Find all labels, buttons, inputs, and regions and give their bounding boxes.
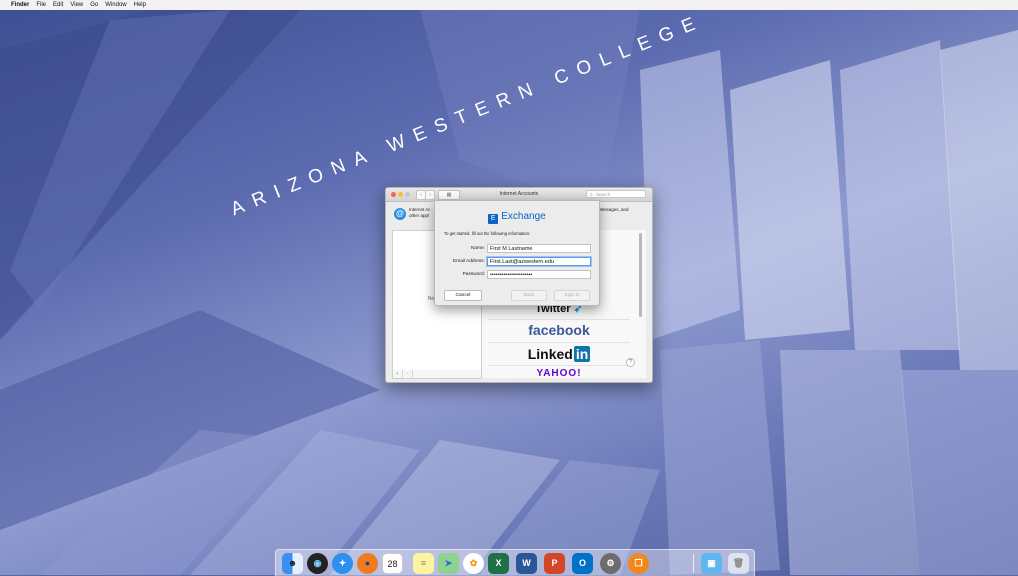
menu-go[interactable]: Go: [90, 2, 98, 8]
sign-in-button[interactable]: Sign In: [554, 290, 590, 301]
calendar-icon[interactable]: 28: [382, 553, 403, 574]
remove-account-button[interactable]: −: [403, 370, 413, 378]
name-field[interactable]: First M Lastname: [487, 244, 591, 253]
word-icon[interactable]: W: [516, 553, 537, 574]
provider-linkedin[interactable]: Linked in: [482, 346, 636, 362]
search-placeholder: Search: [596, 192, 611, 197]
info-description-right: Messages, and: [598, 207, 629, 212]
provider-yahoo[interactable]: YAHOO!: [482, 368, 636, 378]
exchange-title: E Exchange: [435, 211, 599, 224]
menu-view[interactable]: View: [70, 2, 83, 8]
password-field[interactable]: ••••••••••••••••••••••: [487, 270, 591, 279]
name-label: Name:: [470, 246, 485, 251]
menu-file[interactable]: File: [36, 2, 46, 8]
finder-icon[interactable]: ☻: [282, 553, 303, 574]
dock: ☻ ◉ ✦ ● 28 ≡ ➤ ✿ X W P O ⚙ ❒ ▣ 🗑: [275, 549, 755, 576]
provider-facebook[interactable]: facebook: [482, 322, 636, 338]
linkedin-in-logo: in: [573, 346, 591, 362]
siri-icon[interactable]: ◉: [307, 553, 328, 574]
downloads-folder-icon[interactable]: ▣: [701, 553, 722, 574]
add-account-button[interactable]: +: [393, 370, 403, 378]
dock-separator: [693, 554, 694, 573]
ibooks-icon[interactable]: ❒: [628, 553, 649, 574]
safari-icon[interactable]: ✦: [332, 553, 353, 574]
info-line-2: other appl: [409, 213, 430, 218]
photos-icon[interactable]: ✿: [463, 553, 484, 574]
internet-accounts-at-icon: @: [394, 208, 406, 220]
cancel-button[interactable]: Cancel: [444, 290, 482, 301]
sheet-instructions: To get started, fill out the following i…: [444, 231, 531, 236]
back-button[interactable]: Back: [511, 290, 547, 301]
password-label: Password:: [462, 272, 485, 277]
email-field[interactable]: First.Last@azwestern.edu: [487, 257, 591, 266]
email-label: Email Address:: [453, 259, 485, 264]
powerpoint-icon[interactable]: P: [544, 553, 565, 574]
scrollbar[interactable]: [639, 233, 642, 317]
trash-icon[interactable]: 🗑: [728, 553, 749, 574]
divider: [488, 342, 630, 343]
menu-window[interactable]: Window: [105, 2, 126, 8]
info-description: Internet Ac other appl: [409, 207, 431, 219]
outlook-icon[interactable]: O: [572, 553, 593, 574]
exchange-sheet: E Exchange To get started, fill out the f…: [434, 200, 600, 306]
menu-help[interactable]: Help: [134, 2, 146, 8]
firefox-icon[interactable]: ●: [357, 553, 378, 574]
menu-edit[interactable]: Edit: [53, 2, 63, 8]
system-preferences-icon[interactable]: ⚙: [600, 553, 621, 574]
search-icon: ⌕: [590, 192, 593, 198]
search-field[interactable]: ⌕ Search: [586, 190, 646, 198]
notes-icon[interactable]: ≡: [413, 553, 434, 574]
help-button[interactable]: ?: [626, 358, 635, 367]
exchange-logo-icon: E: [488, 214, 499, 224]
menu-finder[interactable]: Finder: [11, 2, 29, 8]
excel-icon[interactable]: X: [488, 553, 509, 574]
divider: [488, 365, 630, 366]
exchange-title-text: Exchange: [501, 211, 546, 222]
menu-bar: Finder File Edit View Go Window Help: [0, 0, 1018, 10]
list-controls: + −: [392, 370, 482, 379]
maps-icon[interactable]: ➤: [438, 553, 459, 574]
linkedin-label: Linked: [527, 346, 573, 362]
divider: [488, 319, 630, 320]
